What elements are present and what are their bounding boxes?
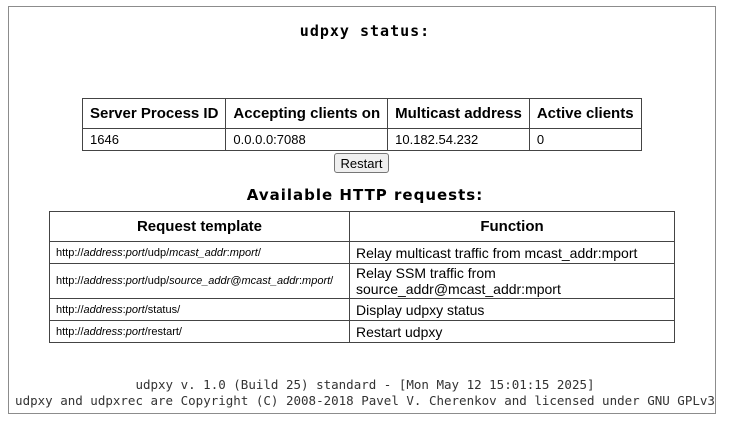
header-accepting-clients-on: Accepting clients on: [225, 98, 389, 129]
status-table-row: 1646 0.0.0.0:7088 10.182.54.232 0: [81, 128, 642, 151]
header-server-process-id: Server Process ID: [81, 98, 227, 129]
request-template-udp: http://address:port/udp/mcast_addr:mport…: [49, 241, 350, 264]
footer-version: udpxy v. 1.0 (Build 25) standard - [Mon …: [135, 377, 595, 392]
server-process-id-value: 1646: [81, 128, 227, 151]
status-table-header-row: Server Process ID Accepting clients on M…: [81, 98, 642, 129]
request-template-restart: http://address:port/restart/: [49, 320, 350, 343]
header-function: Function: [349, 211, 675, 242]
multicast-address-value: 10.182.54.232: [387, 128, 530, 151]
footer-copyright: udpxy and udpxrec are Copyright (C) 2008…: [15, 393, 715, 408]
active-clients-value: 0: [528, 128, 642, 151]
header-active-clients: Active clients: [528, 98, 642, 129]
function-display-status: Display udpxy status: [349, 298, 675, 321]
requests-table-header-row: Request template Function: [49, 211, 675, 242]
table-row: http://address:port/restart/ Restart udp…: [49, 320, 675, 343]
table-row: http://address:port/udp/mcast_addr:mport…: [49, 241, 675, 264]
request-template-status: http://address:port/status/: [49, 298, 350, 321]
function-relay-multicast: Relay multicast traffic from mcast_addr:…: [349, 241, 675, 264]
restart-button[interactable]: Restart: [334, 153, 389, 173]
requests-table: Request template Function http://address…: [49, 211, 675, 343]
requests-heading: Available HTTP requests:: [246, 186, 484, 204]
table-row: http://address:port/udp/source_addr@mcas…: [49, 263, 675, 299]
function-restart: Restart udpxy: [349, 320, 675, 343]
status-table: Server Process ID Accepting clients on M…: [81, 98, 642, 151]
table-row: http://address:port/status/ Display udpx…: [49, 298, 675, 321]
function-relay-ssm: Relay SSM traffic from source_addr@mcast…: [349, 263, 675, 299]
header-request-template: Request template: [49, 211, 350, 242]
request-template-ssm: http://address:port/udp/source_addr@mcas…: [49, 263, 350, 299]
page-frame: [8, 6, 716, 414]
accepting-clients-on-value: 0.0.0.0:7088: [225, 128, 389, 151]
page-title: udpxy status:: [299, 22, 431, 40]
header-multicast-address: Multicast address: [387, 98, 530, 129]
